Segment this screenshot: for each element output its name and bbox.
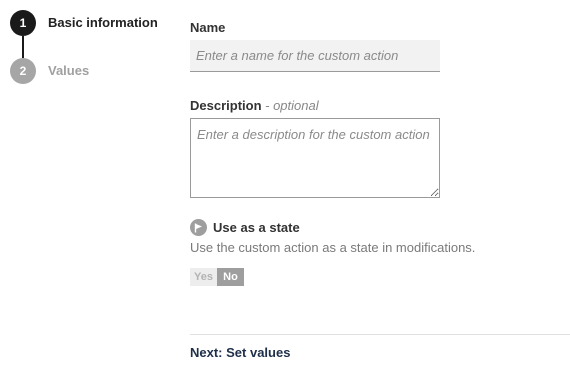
description-label-text: Description: [190, 98, 262, 113]
step-label: Values: [48, 62, 90, 78]
flag-icon: [190, 219, 207, 236]
next-set-values-link[interactable]: Next: Set values: [190, 345, 290, 360]
state-description: Use the custom action as a state in modi…: [190, 240, 476, 255]
divider: [190, 334, 570, 335]
state-title: Use as a state: [213, 220, 300, 235]
state-header: Use as a state: [190, 219, 300, 236]
step-basic-information[interactable]: 1 Basic information: [10, 10, 158, 36]
step-connector: [22, 36, 24, 58]
optional-hint: - optional: [265, 98, 319, 113]
step-label: Basic information: [48, 14, 158, 30]
step-number: 2: [10, 58, 36, 84]
name-input[interactable]: [190, 40, 440, 72]
description-label: Description - optional: [190, 98, 319, 113]
step-values[interactable]: 2 Values: [10, 58, 89, 84]
description-textarea[interactable]: [190, 118, 440, 198]
step-number: 1: [10, 10, 36, 36]
name-label: Name: [190, 20, 226, 35]
use-as-state-toggle[interactable]: Yes No: [190, 268, 244, 286]
toggle-no-option[interactable]: No: [217, 268, 244, 286]
toggle-yes-option[interactable]: Yes: [190, 268, 217, 286]
